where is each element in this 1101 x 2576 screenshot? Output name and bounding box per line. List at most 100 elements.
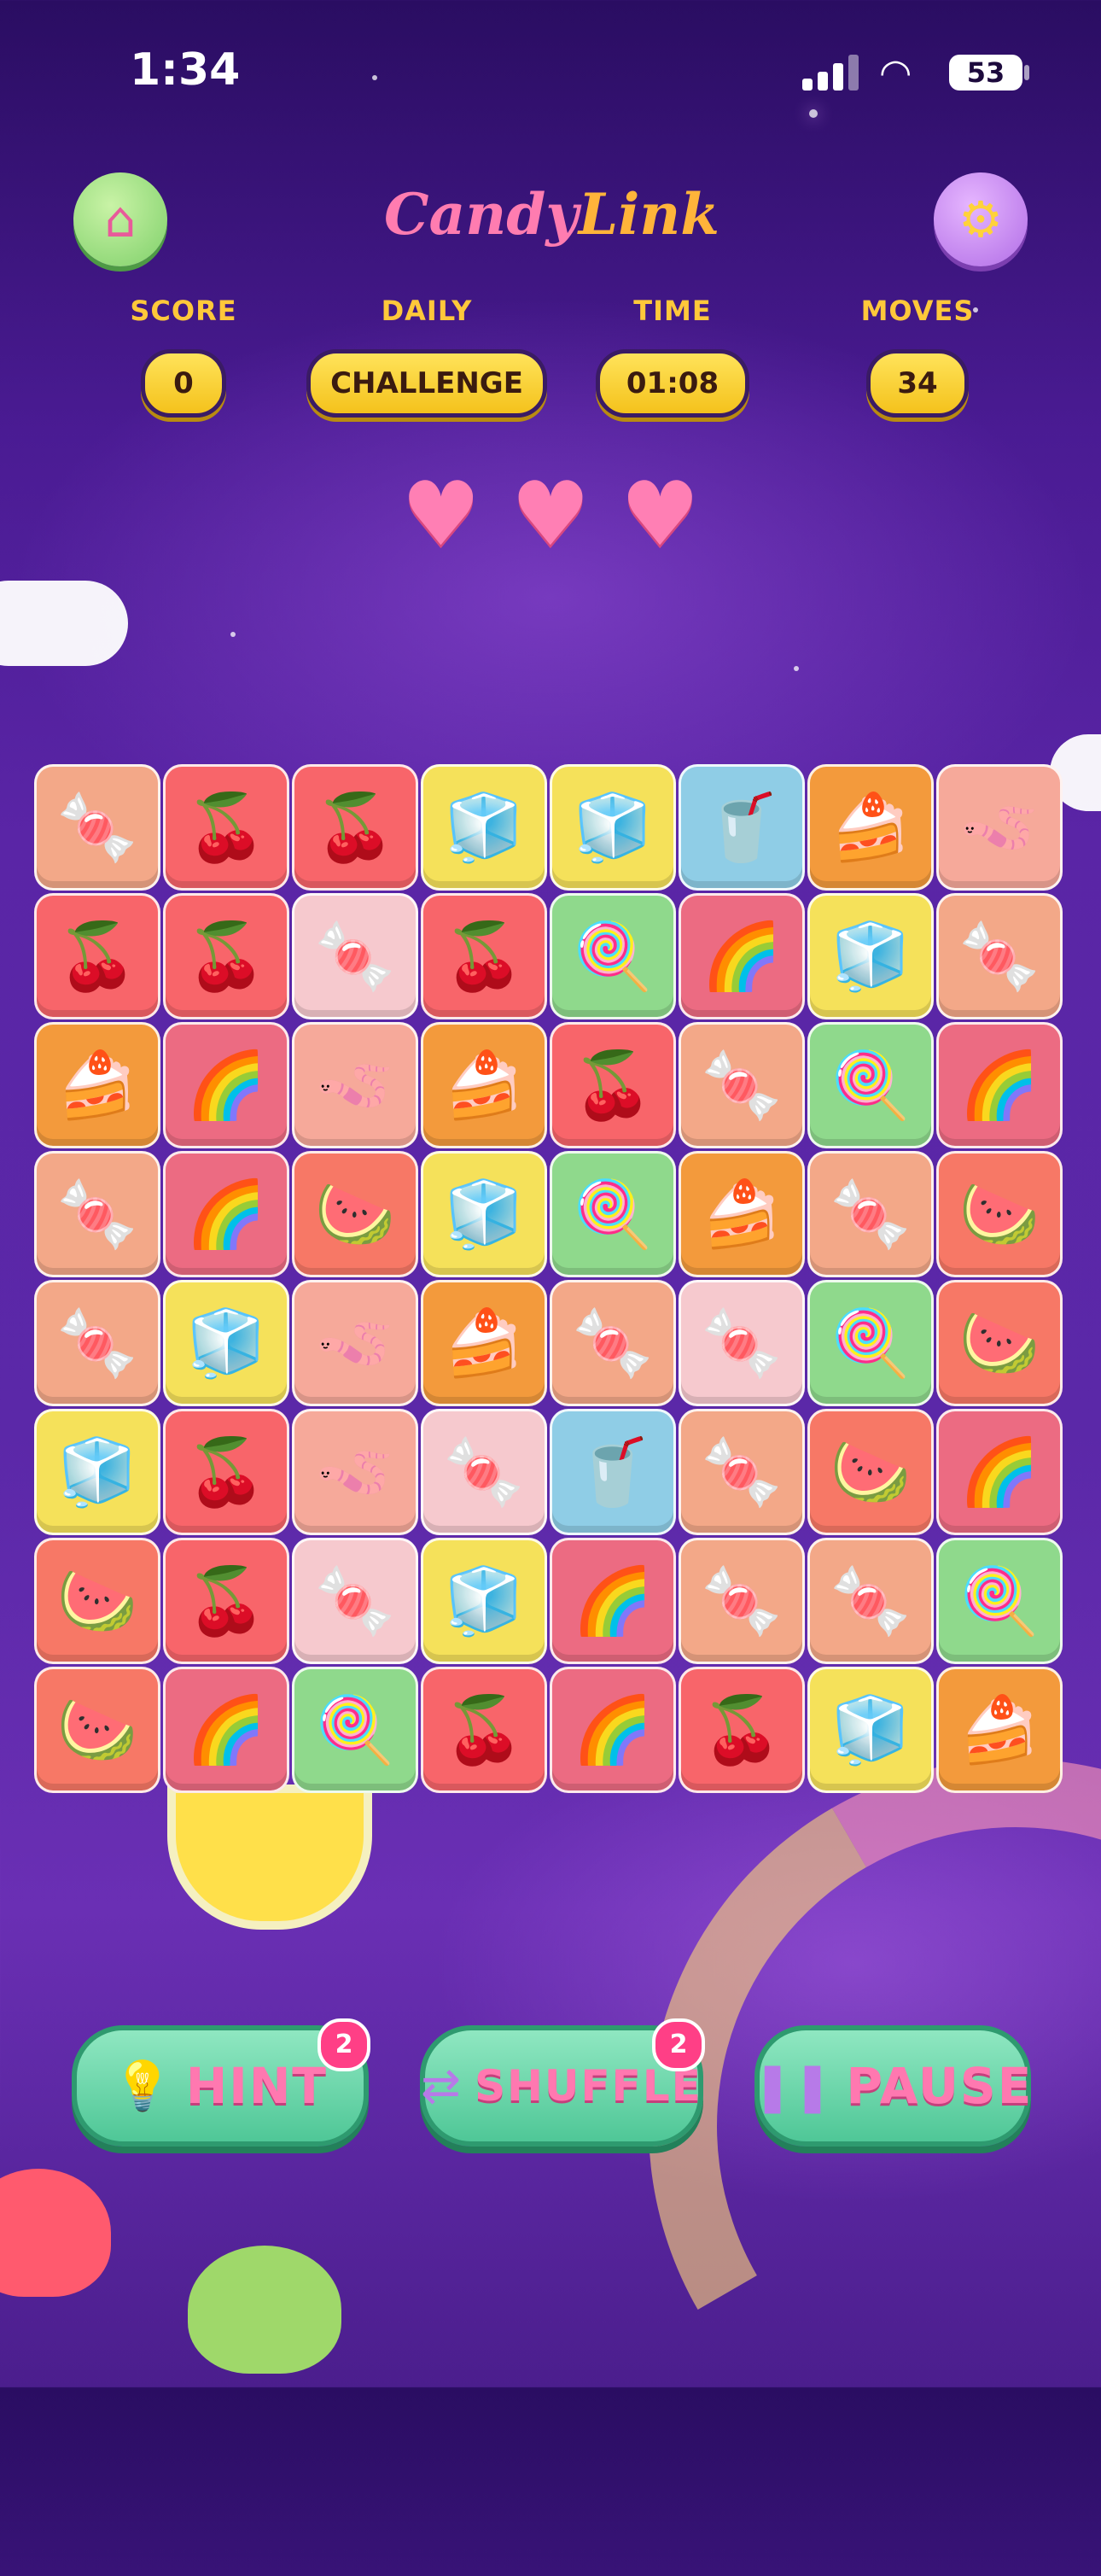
tile-rainbow[interactable]: 🌈 (163, 1667, 289, 1793)
status-bar: 1:34 ◠ 53 (0, 0, 1101, 137)
tile-worm[interactable]: 🪱 (292, 1280, 418, 1406)
tile-jelly[interactable]: 🧊 (807, 1667, 934, 1793)
tile-cherry[interactable]: 🍒 (163, 893, 289, 1019)
tile-jelly[interactable]: 🧊 (807, 893, 934, 1019)
tile-worm[interactable]: 🪱 (292, 1022, 418, 1148)
cherry-icon: 🍒 (185, 918, 267, 994)
tile-cherry[interactable]: 🍒 (679, 1667, 805, 1793)
tile-melon[interactable]: 🍉 (936, 1151, 1063, 1277)
macaron-icon: 🍬 (56, 789, 138, 865)
cherry-icon: 🍒 (443, 1691, 525, 1767)
tile-rainbow[interactable]: 🌈 (163, 1151, 289, 1277)
tile-jelly[interactable]: 🧊 (421, 1151, 547, 1277)
tile-jelly[interactable]: 🧊 (550, 764, 676, 891)
jelly-icon: 🧊 (572, 789, 654, 865)
tile-melon[interactable]: 🍉 (807, 1409, 934, 1535)
tile-cake[interactable]: 🍰 (421, 1022, 547, 1148)
pause-button[interactable]: ❚❚ PAUSE (753, 2025, 1031, 2147)
tile-cane[interactable]: 🍭 (936, 1538, 1063, 1664)
candy-icon: 🍬 (314, 918, 396, 994)
tile-macaron[interactable]: 🍬 (550, 1280, 676, 1406)
tile-macaron[interactable]: 🍬 (679, 1022, 805, 1148)
tile-candy[interactable]: 🍬 (679, 1280, 805, 1406)
lemon-decoration (167, 1785, 372, 1930)
tile-rainbow[interactable]: 🌈 (936, 1022, 1063, 1148)
tile-jelly[interactable]: 🧊 (163, 1280, 289, 1406)
cane-icon: 🍭 (314, 1691, 396, 1767)
cherry-icon: 🍒 (314, 789, 396, 865)
tile-jelly[interactable]: 🧊 (34, 1409, 160, 1535)
tile-macaron[interactable]: 🍬 (34, 764, 160, 891)
hint-count-badge: 2 (317, 2018, 370, 2071)
tile-melon[interactable]: 🍉 (34, 1667, 160, 1793)
tile-cherry[interactable]: 🍒 (421, 893, 547, 1019)
macaron-icon: 🍬 (701, 1434, 783, 1510)
hint-button[interactable]: 💡 HINT 2 (72, 2018, 370, 2147)
home-button[interactable]: ⌂ (73, 172, 167, 266)
cola-icon: 🥤 (572, 1434, 654, 1510)
tile-cake[interactable]: 🍰 (34, 1022, 160, 1148)
battery-tip (1024, 65, 1029, 80)
moves-value: 34 (866, 349, 969, 418)
settings-button[interactable]: ⚙ (934, 172, 1028, 266)
tile-cherry[interactable]: 🍒 (163, 764, 289, 891)
tile-cherry[interactable]: 🍒 (550, 1022, 676, 1148)
rainbow-icon: 🌈 (958, 1434, 1040, 1510)
macaron-icon: 🍬 (56, 1305, 138, 1381)
tile-cake[interactable]: 🍰 (807, 764, 934, 891)
tile-cake[interactable]: 🍰 (421, 1280, 547, 1406)
candy-icon: 🍬 (314, 1563, 396, 1638)
tile-rainbow[interactable]: 🌈 (679, 893, 805, 1019)
tile-macaron[interactable]: 🍬 (807, 1538, 934, 1664)
tile-cane[interactable]: 🍭 (807, 1022, 934, 1148)
cloud (0, 581, 128, 666)
tile-jelly[interactable]: 🧊 (421, 764, 547, 891)
macaron-icon: 🍬 (830, 1176, 912, 1252)
tile-cherry[interactable]: 🍒 (292, 764, 418, 891)
tile-candy[interactable]: 🍬 (292, 893, 418, 1019)
tile-cola[interactable]: 🥤 (679, 764, 805, 891)
cherry-icon: 🍒 (185, 1563, 267, 1638)
tile-melon[interactable]: 🍉 (292, 1151, 418, 1277)
worm-icon: 🪱 (314, 1047, 396, 1123)
tile-cane[interactable]: 🍭 (807, 1280, 934, 1406)
tile-candy[interactable]: 🍬 (421, 1409, 547, 1535)
tile-cake[interactable]: 🍰 (936, 1667, 1063, 1793)
tile-macaron[interactable]: 🍬 (807, 1151, 934, 1277)
tile-melon[interactable]: 🍉 (34, 1538, 160, 1664)
cake-icon: 🍰 (830, 789, 912, 865)
sparkle (794, 666, 799, 671)
tile-cake[interactable]: 🍰 (679, 1151, 805, 1277)
shuffle-button[interactable]: ⇄ SHUFFLE 2 (420, 2018, 705, 2147)
tile-macaron[interactable]: 🍬 (34, 1280, 160, 1406)
tile-worm[interactable]: 🪱 (936, 764, 1063, 891)
tile-worm[interactable]: 🪱 (292, 1409, 418, 1535)
sparkle (230, 632, 236, 637)
candy-icon: 🍬 (701, 1305, 783, 1381)
melon-icon: 🍉 (958, 1176, 1040, 1252)
tile-rainbow[interactable]: 🌈 (550, 1538, 676, 1664)
tile-rainbow[interactable]: 🌈 (936, 1409, 1063, 1535)
house-icon: ⌂ (104, 190, 137, 248)
tile-macaron[interactable]: 🍬 (936, 893, 1063, 1019)
tile-cherry[interactable]: 🍒 (163, 1538, 289, 1664)
tile-cherry[interactable]: 🍒 (421, 1667, 547, 1793)
tile-macaron[interactable]: 🍬 (34, 1151, 160, 1277)
score-label: SCORE (130, 295, 237, 327)
tile-cane[interactable]: 🍭 (550, 893, 676, 1019)
tile-macaron[interactable]: 🍬 (679, 1538, 805, 1664)
tile-jelly[interactable]: 🧊 (421, 1538, 547, 1664)
tile-rainbow[interactable]: 🌈 (550, 1667, 676, 1793)
cane-icon: 🍭 (830, 1305, 912, 1381)
tile-cane[interactable]: 🍭 (550, 1151, 676, 1277)
tile-candy[interactable]: 🍬 (292, 1538, 418, 1664)
heart-icon: ♥ (510, 462, 591, 566)
tile-cherry[interactable]: 🍒 (163, 1409, 289, 1535)
tile-cherry[interactable]: 🍒 (34, 893, 160, 1019)
cake-icon: 🍰 (56, 1047, 138, 1123)
tile-melon[interactable]: 🍉 (936, 1280, 1063, 1406)
tile-cane[interactable]: 🍭 (292, 1667, 418, 1793)
tile-macaron[interactable]: 🍬 (679, 1409, 805, 1535)
tile-cola[interactable]: 🥤 (550, 1409, 676, 1535)
tile-rainbow[interactable]: 🌈 (163, 1022, 289, 1148)
